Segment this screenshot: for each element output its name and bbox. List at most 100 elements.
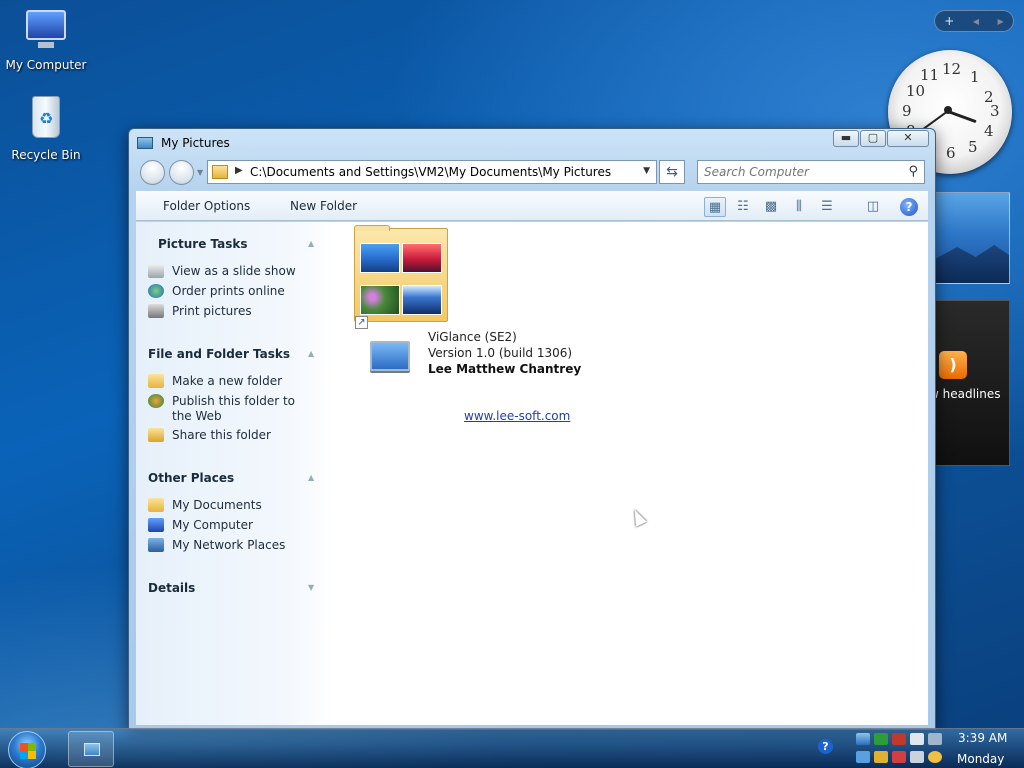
thumbnails-view-icon[interactable]: ▦ [704,197,726,217]
search-input[interactable] [700,163,896,181]
preview-pane-icon[interactable]: ◫ [862,197,884,217]
alert-tray-icon[interactable] [892,751,906,763]
refresh-button[interactable]: ⇆ [659,160,685,184]
app-name: ViGlance (SE2) [428,330,517,344]
desktop-icon-label: Recycle Bin [11,148,81,162]
address-bar[interactable]: ▶ C:\Documents and Settings\VM2\My Docum… [207,160,657,184]
explorer-window: My Pictures ▬ ▢ ✕ ▼ ▶ C:\Documents and S… [128,128,936,730]
volume-tray-icon[interactable] [856,751,870,763]
icons-view-icon[interactable]: ▩ [760,197,782,217]
collapse-icon[interactable]: ▲ [308,349,314,358]
search-tray-icon[interactable] [928,751,942,763]
folder-thumbnail[interactable]: ↗ [354,225,448,329]
details-header[interactable]: Details [148,581,195,595]
check-tray-icon[interactable] [874,733,888,745]
shield-tray-icon[interactable] [874,751,888,763]
help-tray-icon[interactable]: ? [818,739,833,754]
clock-number: 1 [970,68,980,86]
chevron-down-icon[interactable]: ▼ [643,166,650,176]
recent-pages-dropdown-icon[interactable]: ▼ [197,168,203,177]
task-print-pictures[interactable]: Print pictures [148,304,252,319]
clock-time[interactable]: 3:39 AM [958,731,1007,745]
folder-options-button[interactable]: Folder Options [163,199,250,213]
recycle-bin-icon: ♻ [22,96,70,144]
security-tray-icon[interactable] [892,733,906,745]
other-places-header[interactable]: Other Places [148,471,234,485]
thumbnail-waves [402,285,442,315]
title-bar[interactable]: My Pictures ▬ ▢ ✕ [129,129,935,157]
file-and-folder-tasks-header[interactable]: File and Folder Tasks [148,347,290,361]
clock-number: 3 [990,102,1000,120]
task-label: My Computer [172,518,253,532]
new-folder-icon [148,374,164,388]
network-places-icon [148,538,164,552]
clock-hour-hand [947,110,977,124]
picture-tasks-header[interactable]: Picture Tasks [158,237,248,251]
taskbar-explorer-button[interactable] [68,731,114,767]
my-documents-icon [148,498,164,512]
content-area: Picture Tasks ▲ View as a slide show Ord… [136,222,928,725]
collapse-icon[interactable]: ▲ [308,473,314,482]
clock-number: 11 [920,66,940,84]
file-list: ↗ ViGlance (SE2) Version 1.0 (build 1306… [336,222,928,725]
tiles-view-icon[interactable]: ☷ [732,197,754,217]
task-label: Print pictures [172,304,252,318]
list-view-icon[interactable]: ⫼ [788,197,810,217]
task-view-slideshow[interactable]: View as a slide show [148,264,296,279]
slideshow-gadget[interactable] [934,192,1010,284]
task-label: Publish this folder to the Web [172,394,295,423]
collapse-icon[interactable]: ▲ [308,239,314,248]
forward-button[interactable] [169,160,194,185]
thumbnail-flowers [360,285,400,315]
minimize-button[interactable]: ▬ [833,130,859,147]
task-label: Order prints online [172,284,285,298]
monitor-tray-icon[interactable] [910,733,924,745]
printer-icon [148,304,164,318]
display-tray-icon[interactable] [856,733,870,745]
place-my-documents[interactable]: My Documents [148,498,262,513]
clock-number: 4 [984,122,994,140]
viglance-monitor-icon[interactable] [370,341,410,371]
help-button[interactable]: ? [900,198,918,216]
details-view-icon[interactable]: ☰ [816,197,838,217]
feed-headlines-gadget[interactable]: ) w headlines [929,300,1010,466]
publish-web-icon [148,394,164,408]
clock-number: 5 [968,138,978,156]
task-order-prints[interactable]: Order prints online [148,284,285,299]
next-gadget-page-button[interactable]: ▶ [998,17,1004,26]
add-gadget-button[interactable]: + [944,14,954,28]
clock-center [944,106,952,114]
maximize-button[interactable]: ▢ [860,130,886,147]
clock-day[interactable]: Monday [957,752,1004,766]
task-share-folder[interactable]: Share this folder [148,428,271,443]
command-toolbar: Folder Options New Folder ▦ ☷ ▩ ⫼ ☰ ◫ ? [136,191,928,221]
taskbar [0,728,1024,768]
task-label: View as a slide show [172,264,296,278]
place-my-computer[interactable]: My Computer [148,518,253,533]
back-button[interactable] [140,160,165,185]
start-button[interactable] [8,731,46,768]
task-label: Make a new folder [172,374,283,388]
place-my-network-places[interactable]: My Network Places [148,538,285,553]
clock-number: 6 [946,144,956,162]
expand-icon[interactable]: ▼ [308,583,314,592]
explorer-window-icon [84,743,100,756]
new-folder-button[interactable]: New Folder [290,199,357,213]
website-link[interactable]: www.lee-soft.com [464,409,570,423]
navigation-bar: ▼ ▶ C:\Documents and Settings\VM2\My Doc… [137,159,927,187]
window-title: My Pictures [161,136,230,150]
network-tray-icon[interactable] [928,733,942,745]
previous-gadget-page-button[interactable]: ◀ [973,17,979,26]
app-author: Lee Matthew Chantrey [428,362,582,376]
search-box[interactable]: ⚲ [697,160,925,184]
my-computer-icon [22,6,70,54]
chevron-right-icon[interactable]: ▶ [235,165,243,176]
desktop-icon-my-computer[interactable]: My Computer [0,6,92,72]
task-publish-folder[interactable]: Publish this folder to the Web [148,394,312,424]
search-icon[interactable]: ⚲ [908,164,918,179]
task-make-new-folder[interactable]: Make a new folder [148,374,282,389]
desktop-icon-recycle-bin[interactable]: ♻ Recycle Bin [0,96,92,162]
close-button[interactable]: ✕ [887,130,929,147]
share-folder-icon [148,428,164,442]
keyboard-tray-icon[interactable] [910,751,924,763]
